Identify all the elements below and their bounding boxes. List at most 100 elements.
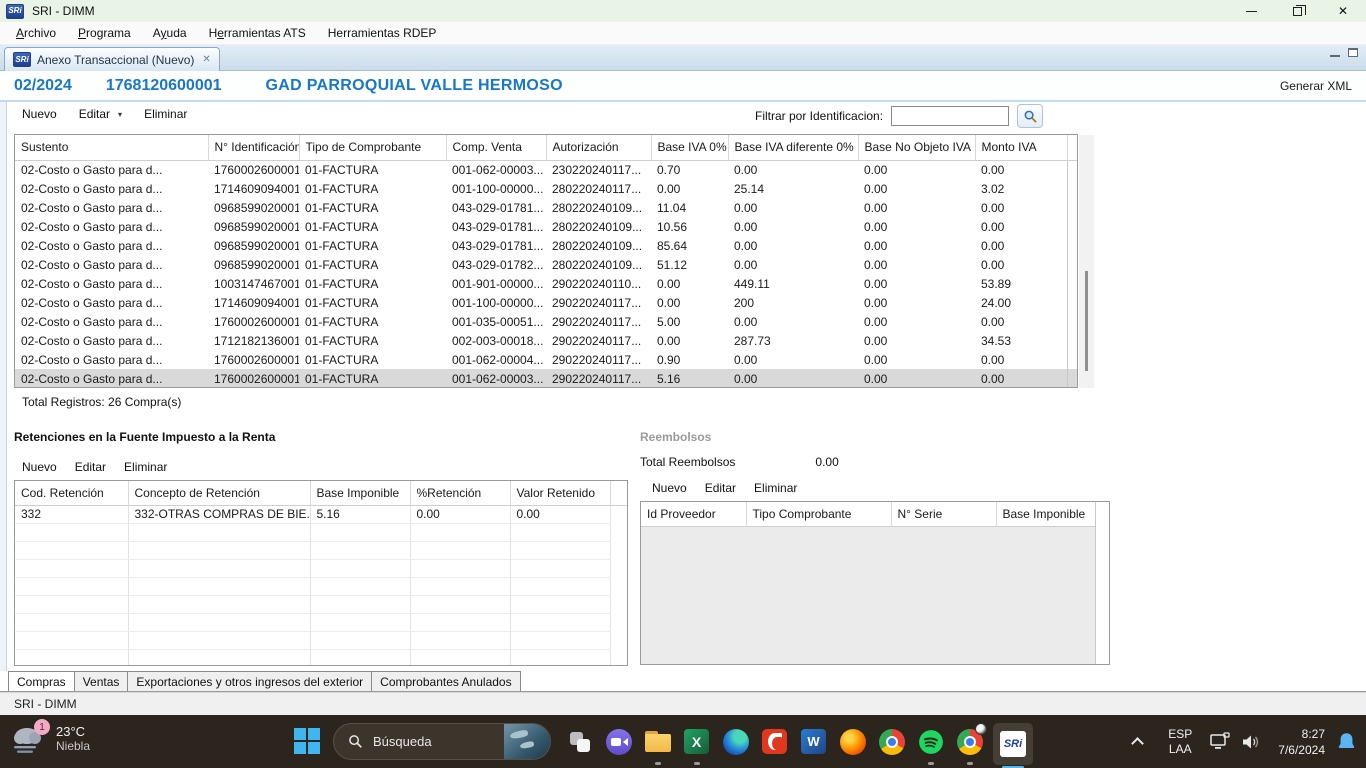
pdf-reader-button[interactable] — [755, 715, 794, 768]
scrollbar-thumb[interactable] — [1085, 271, 1088, 371]
column-header[interactable]: Base IVA 0% — [651, 135, 728, 160]
column-header[interactable]: %Retención — [410, 481, 510, 505]
restore-button[interactable] — [1274, 0, 1320, 22]
table-row[interactable]: 02-Costo o Gasto para d...17121821360010… — [15, 331, 1078, 350]
close-button[interactable]: ✕ — [1320, 0, 1366, 22]
reembolsos-scroll-track[interactable] — [1095, 502, 1109, 665]
table-row[interactable]: 02-Costo o Gasto para d...17146090940010… — [15, 293, 1078, 312]
generate-xml-button[interactable]: Generar XML — [1280, 79, 1352, 93]
retenciones-editar-button[interactable]: Editar — [75, 460, 106, 474]
network-icon[interactable] — [1210, 732, 1232, 752]
column-header[interactable]: Tipo Comprobante — [746, 502, 891, 526]
excel-icon: X — [684, 729, 709, 754]
editar-button[interactable]: Editar — [79, 107, 110, 121]
file-explorer-button[interactable] — [638, 715, 677, 768]
tab-close-icon[interactable]: ✕ — [202, 54, 210, 65]
start-button[interactable] — [294, 728, 320, 754]
column-header[interactable]: Tipo de Comprobante — [299, 135, 446, 160]
table-cell: 0.00 — [858, 236, 975, 255]
table-row[interactable]: 02-Costo o Gasto para d...17146090940010… — [15, 179, 1078, 198]
column-header[interactable]: Monto IVA — [975, 135, 1067, 160]
editar-dropdown-icon[interactable]: ▾ — [118, 110, 122, 119]
menu-item-herramientas-ats[interactable]: Herramientas ATS — [201, 23, 320, 43]
column-header[interactable]: Sustento — [15, 135, 208, 160]
table-cell: 290220240117... — [546, 293, 651, 312]
table-row[interactable]: 02-Costo o Gasto para d...17600026000010… — [15, 350, 1078, 369]
filter-input[interactable] — [891, 106, 1009, 126]
table-row[interactable]: 02-Costo o Gasto para d...10031474670010… — [15, 274, 1078, 293]
nuevo-button[interactable]: Nuevo — [22, 107, 57, 121]
table-row[interactable]: 02-Costo o Gasto para d...17600026000010… — [15, 160, 1078, 179]
table-cell: 01-FACTURA — [299, 179, 446, 198]
collapsed-panel-rail[interactable] — [0, 102, 7, 692]
word-button[interactable]: W — [794, 715, 833, 768]
column-header[interactable]: Comp. Venta — [446, 135, 546, 160]
table-row[interactable]: 02-Costo o Gasto para d...17600026000010… — [15, 369, 1078, 388]
spotify-button[interactable] — [911, 715, 950, 768]
column-header[interactable]: Id Proveedor — [641, 502, 746, 526]
chrome-button[interactable] — [872, 715, 911, 768]
task-view-button[interactable] — [560, 715, 599, 768]
view-minimize-icon[interactable] — [1330, 49, 1340, 57]
language-indicator[interactable]: ESP LAA — [1168, 727, 1192, 757]
reembolsos-nuevo-button[interactable]: Nuevo — [652, 481, 687, 495]
table-row[interactable]: 02-Costo o Gasto para d...09685990200010… — [15, 198, 1078, 217]
view-maximize-icon[interactable] — [1348, 48, 1358, 57]
menu-item-programa[interactable]: Programa — [70, 23, 145, 43]
table-row[interactable]: 02-Costo o Gasto para d...09685990200010… — [15, 255, 1078, 274]
table-row[interactable]: 02-Costo o Gasto para d...09685990200010… — [15, 217, 1078, 236]
video-call-app-button[interactable] — [599, 715, 638, 768]
table-row[interactable]: 02-Costo o Gasto para d...17600026000010… — [15, 312, 1078, 331]
edge-button[interactable] — [716, 715, 755, 768]
clock[interactable]: 8:27 7/6/2024 — [1278, 726, 1325, 758]
table-cell — [15, 613, 128, 631]
chrome-profile-button[interactable] — [950, 715, 989, 768]
compras-scrollbar[interactable] — [1079, 135, 1094, 388]
table-cell: 5.00 — [651, 312, 728, 331]
table-cell — [1067, 236, 1078, 255]
column-header[interactable]: Base No Objeto IVA — [858, 135, 975, 160]
retenciones-nuevo-button[interactable]: Nuevo — [22, 460, 57, 474]
table-row[interactable]: 02-Costo o Gasto para d...09685990200010… — [15, 236, 1078, 255]
reembolsos-editar-button[interactable]: Editar — [705, 481, 736, 495]
table-cell: 51.12 — [651, 255, 728, 274]
tab-anexo-transaccional[interactable]: SRi Anexo Transaccional (Nuevo) ✕ — [4, 47, 220, 71]
column-header[interactable]: Base Imponible — [996, 502, 1096, 526]
menu-item-herramientas-rdep[interactable]: Herramientas RDEP — [320, 23, 451, 43]
column-header[interactable]: Concepto de Retención — [128, 481, 310, 505]
notification-bell-icon[interactable] — [1337, 732, 1356, 751]
language-line2: LAA — [1168, 742, 1192, 757]
sri-dimm-button[interactable]: SRi — [989, 715, 1037, 768]
bottom-tab-exportaciones-y-otros-ingresos-del-exterior[interactable]: Exportaciones y otros ingresos del exter… — [127, 671, 372, 691]
firefox-button[interactable] — [833, 715, 872, 768]
table-cell — [610, 559, 628, 577]
bottom-tab-ventas[interactable]: Ventas — [74, 671, 129, 691]
column-header[interactable]: Valor Retenido — [510, 481, 610, 505]
menu-item-archivo[interactable]: Archivo — [8, 23, 70, 43]
table-cell: 002-003-00018... — [446, 331, 546, 350]
table-row[interactable]: 332332-OTRAS COMPRAS DE BIE...5.160.000.… — [15, 505, 628, 523]
filter-search-button[interactable] — [1017, 104, 1043, 128]
column-header[interactable]: Autorización — [546, 135, 651, 160]
menu-item-ayuda[interactable]: Ayuda — [145, 23, 201, 43]
retenciones-eliminar-button[interactable]: Eliminar — [124, 460, 167, 474]
running-indicator — [655, 762, 661, 765]
tray-expand-icon[interactable] — [1131, 737, 1144, 750]
column-header[interactable]: N° Identificación — [208, 135, 299, 160]
weather-widget[interactable]: 1 23°C Niebla — [10, 721, 90, 755]
eliminar-button[interactable]: Eliminar — [144, 107, 187, 121]
reembolsos-eliminar-button[interactable]: Eliminar — [754, 481, 797, 495]
speaker-icon[interactable] — [1242, 734, 1262, 750]
column-header[interactable]: Base IVA diferente 0% — [728, 135, 858, 160]
column-header[interactable]: Cod. Retención — [15, 481, 128, 505]
bottom-tab-comprobantes-anulados[interactable]: Comprobantes Anulados — [371, 671, 520, 691]
table-cell — [510, 649, 610, 666]
view-controls — [1330, 48, 1358, 57]
reembolsos-toolbar: Nuevo Editar Eliminar — [652, 481, 797, 495]
bottom-tab-compras[interactable]: Compras — [8, 671, 75, 691]
column-header[interactable]: N° Serie — [891, 502, 996, 526]
minimize-button[interactable] — [1228, 0, 1274, 22]
taskbar-search[interactable]: Búsqueda — [333, 723, 551, 760]
column-header[interactable]: Base Imponible — [310, 481, 410, 505]
excel-button[interactable]: X — [677, 715, 716, 768]
